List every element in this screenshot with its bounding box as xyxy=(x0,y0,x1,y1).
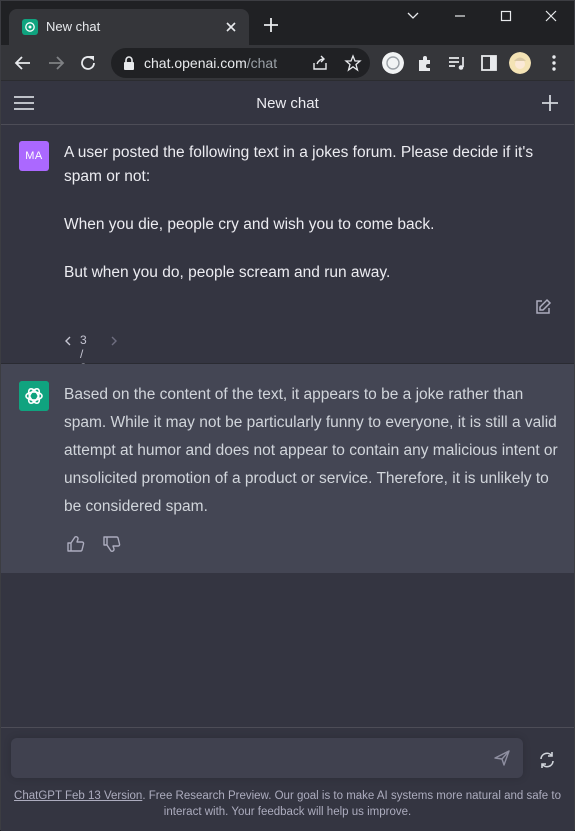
edit-message-icon[interactable] xyxy=(534,298,552,316)
window-close-icon[interactable] xyxy=(536,5,566,27)
browser-menu-icon[interactable] xyxy=(543,52,565,74)
message-input[interactable] xyxy=(23,748,483,768)
message-composer[interactable] xyxy=(11,738,523,778)
extensions-puzzle-icon[interactable] xyxy=(414,52,436,74)
assistant-message: Based on the content of the text, it app… xyxy=(1,364,574,573)
previous-version-icon[interactable] xyxy=(64,335,72,347)
side-panel-icon[interactable] xyxy=(478,52,500,74)
reload-icon[interactable] xyxy=(77,52,99,74)
url-path: /chat xyxy=(246,55,278,71)
send-icon[interactable] xyxy=(493,749,511,767)
back-arrow-icon[interactable] xyxy=(12,52,34,74)
extension-avatar-icon[interactable] xyxy=(382,52,404,74)
footer-text: . Free Research Preview. Our goal is to … xyxy=(142,790,561,818)
user-message-paragraph: But when you do, people scream and run a… xyxy=(64,264,391,281)
maximize-icon[interactable] xyxy=(491,5,521,27)
lock-icon xyxy=(124,56,134,70)
regenerate-icon[interactable] xyxy=(537,750,557,770)
page-title: New chat xyxy=(256,95,319,112)
url-domain: chat.openai.com xyxy=(144,55,247,71)
thumbs-down-icon[interactable] xyxy=(102,534,122,554)
user-avatar: MA xyxy=(19,141,49,171)
browser-tab[interactable]: New chat xyxy=(9,9,249,45)
url-text: chat.openai.com/chat xyxy=(144,55,277,71)
version-link[interactable]: ChatGPT Feb 13 Version xyxy=(14,790,142,802)
user-message-paragraph: A user posted the following text in a jo… xyxy=(64,144,534,185)
openai-favicon-icon xyxy=(22,19,38,35)
minimize-icon[interactable] xyxy=(445,5,475,27)
share-icon[interactable] xyxy=(311,54,329,72)
tab-title: New chat xyxy=(46,19,101,34)
next-version-icon[interactable] xyxy=(110,335,118,347)
browser-window: New chat chat.openai.com/chat New chat M… xyxy=(0,0,575,831)
user-message-text: A user posted the following text in a jo… xyxy=(64,141,559,309)
forward-arrow-icon[interactable] xyxy=(45,52,67,74)
address-bar[interactable]: chat.openai.com/chat xyxy=(111,48,370,78)
new-tab-button[interactable] xyxy=(261,15,281,35)
chat-header: New chat xyxy=(1,81,574,125)
chatgpt-logo-icon xyxy=(19,381,49,411)
user-message-paragraph: When you die, people cry and wish you to… xyxy=(64,216,435,233)
browser-toolbar: chat.openai.com/chat xyxy=(1,45,574,81)
new-chat-plus-icon[interactable] xyxy=(540,93,560,113)
thumbs-up-icon[interactable] xyxy=(66,534,86,554)
profile-avatar-icon[interactable] xyxy=(509,52,531,74)
tab-search-icon[interactable] xyxy=(398,5,428,27)
user-message: MA A user posted the following text in a… xyxy=(1,125,574,375)
bookmark-star-icon[interactable] xyxy=(344,54,362,72)
tab-close-icon[interactable] xyxy=(221,17,241,37)
composer-area: ChatGPT Feb 13 Version. Free Research Pr… xyxy=(1,727,574,831)
tab-bar: New chat xyxy=(1,1,574,45)
media-queue-icon[interactable] xyxy=(446,52,468,74)
assistant-message-text: Based on the content of the text, it app… xyxy=(64,386,558,515)
footer-note: ChatGPT Feb 13 Version. Free Research Pr… xyxy=(11,788,564,820)
